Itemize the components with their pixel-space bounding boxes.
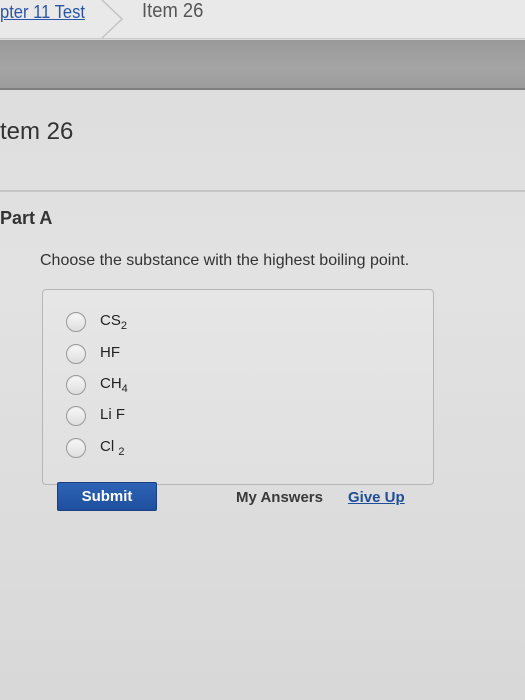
page-title: tem 26: [0, 118, 74, 145]
option-hf[interactable]: HF: [66, 343, 120, 365]
toolbar-band: [0, 40, 525, 90]
radio-button[interactable]: [66, 438, 86, 458]
chevron-right-icon: [101, 0, 124, 38]
breadcrumb-current-item: Item 26: [142, 0, 204, 22]
submit-button[interactable]: Submit: [57, 482, 157, 511]
option-label: HF: [100, 344, 120, 361]
option-cs2[interactable]: CS2: [66, 311, 127, 333]
give-up-link[interactable]: Give Up: [348, 489, 405, 506]
radio-button[interactable]: [66, 375, 86, 395]
option-ch4[interactable]: CH4: [66, 374, 128, 396]
radio-button[interactable]: [66, 312, 86, 332]
radio-button[interactable]: [66, 406, 86, 426]
part-label: Part A: [0, 208, 53, 228]
option-label: CS2: [100, 312, 127, 332]
option-label: Cl 2: [100, 438, 125, 458]
option-label: CH4: [100, 375, 128, 395]
my-answers-link[interactable]: My Answers: [236, 489, 323, 506]
radio-button[interactable]: [66, 344, 86, 364]
option-lif[interactable]: Li F: [66, 405, 125, 427]
divider: [0, 190, 525, 192]
breadcrumb: pter 11 Test Item 26: [0, 0, 525, 39]
question-text: Choose the substance with the highest bo…: [40, 252, 410, 269]
breadcrumb-link-test[interactable]: pter 11 Test: [0, 2, 85, 23]
option-label: Li F: [100, 406, 126, 423]
option-cl2[interactable]: Cl 2: [66, 437, 124, 459]
